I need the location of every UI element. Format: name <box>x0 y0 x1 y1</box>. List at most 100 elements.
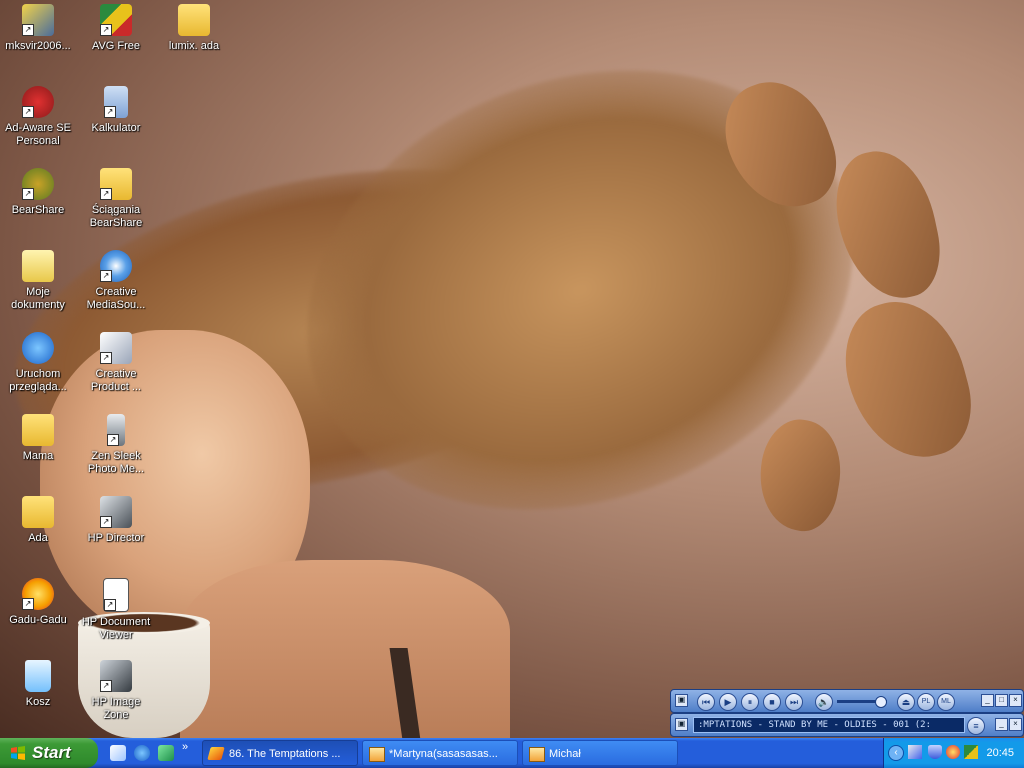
previous-button[interactable]: ⏮ <box>697 693 715 711</box>
show-desktop-icon[interactable] <box>110 745 126 761</box>
hp-image-zone-icon: ↗ <box>100 660 132 692</box>
desktop[interactable]: ↗ mksvir2006... ↗ AVG Free lumix. ada ↗ … <box>0 0 1024 738</box>
pause-button[interactable]: ⏸ <box>741 693 759 711</box>
volume-slider-handle[interactable] <box>875 696 887 708</box>
mail-icon <box>369 747 385 762</box>
task-label: Michał <box>549 748 581 760</box>
network-icon[interactable] <box>908 745 922 759</box>
wallpaper-neck <box>180 560 510 738</box>
adaware-icon: ↗ <box>22 86 54 118</box>
folder-icon <box>22 414 54 446</box>
bearshare-icon: ↗ <box>22 168 54 200</box>
close-player-icon[interactable]: × <box>1009 694 1022 707</box>
desktop-icon-label: lumix. ada <box>168 40 220 52</box>
desktop-icon-label: HP Document Viewer <box>81 616 151 641</box>
desktop-icon-label: AVG Free <box>91 40 141 52</box>
documents-folder-icon <box>22 250 54 282</box>
desktop-icon-kalkulator[interactable]: ↗ Kalkulator <box>78 86 154 135</box>
wallpaper-horse-legs <box>751 413 849 537</box>
playlist-toggle[interactable]: PL <box>917 693 935 711</box>
desktop-icon-label: Creative MediaSou... <box>86 286 146 311</box>
minimize-player-icon[interactable]: _ <box>995 718 1008 731</box>
desktop-icon-label: Creative Product ... <box>90 368 142 393</box>
desktop-icon-label: Kosz <box>25 696 51 708</box>
desktop-icon-label: Kalkulator <box>91 122 141 134</box>
taskbar-task-winamp[interactable]: 86. The Temptations ... <box>202 740 358 766</box>
task-label: 86. The Temptations ... <box>229 748 341 760</box>
desktop-icon-internet-explorer[interactable]: Uruchom przeglądа... <box>0 332 76 394</box>
desktop-icon-moje-dokumenty[interactable]: Moje dokumenty <box>0 250 76 312</box>
hp-document-viewer-icon: ↗ <box>103 578 129 612</box>
desktop-icon-label: Uruchom przeglądа... <box>9 368 67 393</box>
desktop-icon-label: Moje dokumenty <box>11 286 65 311</box>
hp-director-icon: ↗ <box>100 496 132 528</box>
system-tray: ‹ 20:45 <box>883 738 1024 768</box>
bearshare-folder-icon: ↗ <box>100 168 132 200</box>
now-playing-title: :MPTATIONS - STAND BY ME - OLDIES - 001 … <box>693 717 965 733</box>
gadu-gadu-tray-icon[interactable] <box>946 745 960 759</box>
gadu-gadu-icon: ↗ <box>22 578 54 610</box>
desktop-icon-label: BearShare <box>11 204 65 216</box>
desktop-icon-label: Ściągania BearShare <box>89 204 143 229</box>
media-library-toggle[interactable]: ML <box>937 693 955 711</box>
taskbar-task-martyna[interactable]: *Martyna(sasasasas... <box>362 740 518 766</box>
task-label: *Martyna(sasasasas... <box>389 748 498 760</box>
desktop-icon-kosz[interactable]: Kosz <box>0 660 76 709</box>
internet-explorer-quicklaunch-icon[interactable] <box>134 745 150 761</box>
avg-icon: ↗ <box>100 4 132 36</box>
taskbar: Start » 86. The Temptations ... *Martyna… <box>0 738 1024 768</box>
eject-button[interactable]: ⏏ <box>897 693 915 711</box>
desktop-icon-ada[interactable]: Ada <box>0 496 76 545</box>
media-quicklaunch-icon[interactable] <box>158 745 174 761</box>
desktop-icon-hp-director[interactable]: ↗ HP Director <box>78 496 154 545</box>
desktop-icon-label: HP Image Zone <box>91 696 141 721</box>
desktop-icon-hp-image-zone[interactable]: ↗ HP Image Zone <box>78 660 154 722</box>
desktop-icon-label: Ada <box>28 532 48 544</box>
desktop-icon-label: Mama <box>22 450 54 462</box>
desktop-icon-hp-document-viewer[interactable]: ↗ HP Document Viewer <box>78 578 154 642</box>
stop-button[interactable]: ■ <box>763 693 781 711</box>
restore-player-icon[interactable]: □ <box>995 694 1008 707</box>
desktop-icon-zen-photo[interactable]: ↗ Zen Sleek Photo Me... <box>78 414 154 476</box>
media-player-controls[interactable]: ▣ ⏮ ▶ ⏸ ■ ⏭ 🔈 ⏏ PL ML _ □ × <box>670 689 1024 713</box>
desktop-icon-label: Zen Sleek Photo Me... <box>87 450 145 475</box>
internet-explorer-icon <box>22 332 54 364</box>
desktop-icon-sciagania[interactable]: ↗ Ściągania BearShare <box>78 168 154 230</box>
tray-expand-icon[interactable]: ‹ <box>888 745 904 761</box>
folder-icon <box>178 4 210 36</box>
next-button[interactable]: ⏭ <box>785 693 803 711</box>
desktop-icon-creative-mediasource[interactable]: ↗ Creative MediaSou... <box>78 250 154 312</box>
player-menu-icon[interactable]: ▣ <box>675 694 688 707</box>
creative-product-icon: ↗ <box>100 332 132 364</box>
avg-tray-icon[interactable] <box>964 745 978 759</box>
winamp-icon <box>207 747 225 760</box>
desktop-icon-bearshare[interactable]: ↗ BearShare <box>0 168 76 217</box>
desktop-icon-avg[interactable]: ↗ AVG Free <box>78 4 154 53</box>
security-shield-icon[interactable] <box>928 745 942 759</box>
desktop-icon-lumix[interactable]: lumix. ada <box>156 4 232 53</box>
playlist-menu-icon[interactable]: ≡ <box>967 717 985 735</box>
desktop-icon-mama[interactable]: Mama <box>0 414 76 463</box>
start-button[interactable]: Start <box>0 738 98 768</box>
taskbar-task-michal[interactable]: Michał <box>522 740 678 766</box>
desktop-icon-creative-product[interactable]: ↗ Creative Product ... <box>78 332 154 394</box>
clock[interactable]: 20:45 <box>986 738 1014 768</box>
start-label: Start <box>32 743 71 762</box>
desktop-icon-label: mksvir2006... <box>5 40 71 52</box>
media-player-track-bar[interactable]: ▣ :MPTATIONS - STAND BY ME - OLDIES - 00… <box>670 713 1024 737</box>
calculator-icon: ↗ <box>104 86 128 118</box>
player-menu-icon[interactable]: ▣ <box>675 718 688 731</box>
creative-mediasource-icon: ↗ <box>100 250 132 282</box>
mksvir-icon: ↗ <box>22 4 54 36</box>
close-player-icon[interactable]: × <box>1009 718 1022 731</box>
wallpaper-horse-3 <box>831 287 984 473</box>
recycle-bin-icon <box>25 660 51 692</box>
desktop-icon-adaware[interactable]: ↗ Ad-Aware SE Personal <box>0 86 76 148</box>
mute-button[interactable]: 🔈 <box>815 693 833 711</box>
desktop-icon-label: Ad-Aware SE Personal <box>5 122 71 147</box>
minimize-player-icon[interactable]: _ <box>981 694 994 707</box>
desktop-icon-gadu-gadu[interactable]: ↗ Gadu-Gadu <box>0 578 76 627</box>
desktop-icon-mksvir[interactable]: ↗ mksvir2006... <box>0 4 76 53</box>
play-button[interactable]: ▶ <box>719 693 737 711</box>
quicklaunch-more-button[interactable]: » <box>182 740 188 754</box>
